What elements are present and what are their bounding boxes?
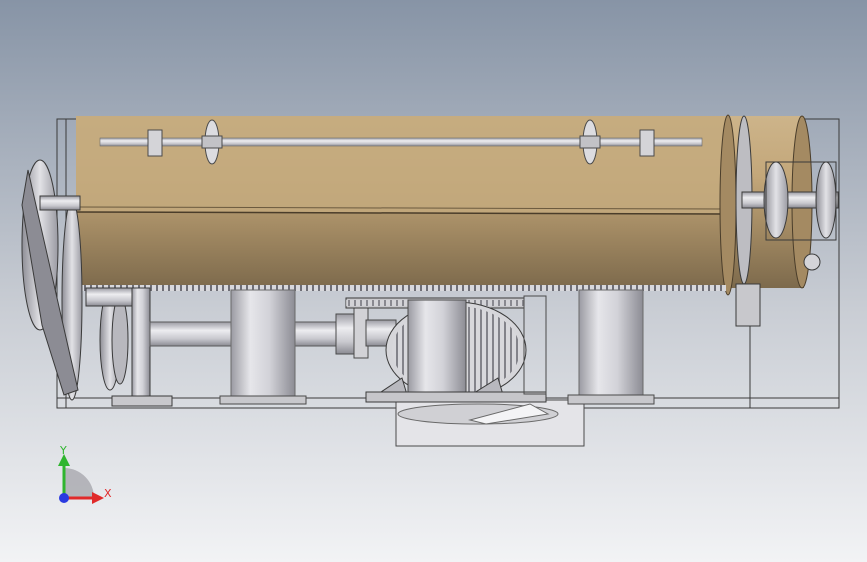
triad-y-label: Y — [59, 444, 67, 457]
motor-base[interactable] — [395, 399, 585, 447]
cad-viewport[interactable]: Y X — [0, 0, 867, 562]
left-column[interactable] — [219, 289, 307, 405]
triad-z-axis — [59, 493, 69, 503]
cad-model-view[interactable]: Y X — [0, 0, 867, 562]
triad-x-label: X — [104, 487, 112, 500]
right-column[interactable] — [567, 289, 655, 405]
